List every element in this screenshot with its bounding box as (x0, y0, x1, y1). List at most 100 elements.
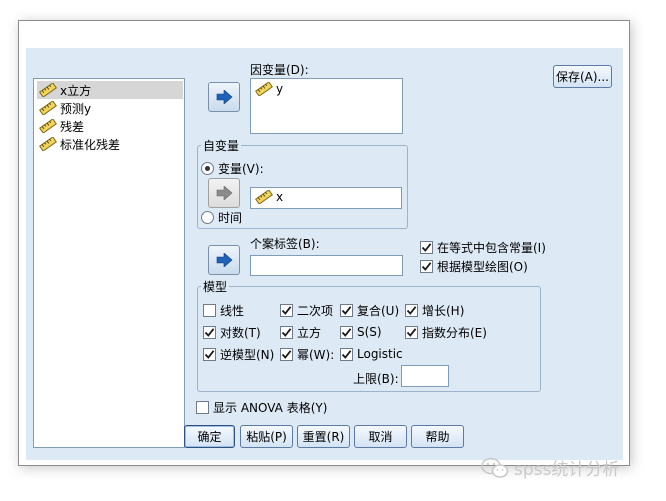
model-label: Logistic (357, 347, 403, 361)
model-checkbox[interactable] (280, 303, 293, 317)
model-checkbox[interactable] (280, 325, 293, 339)
checkmark-icon (281, 349, 292, 359)
source-variable-list[interactable]: x立方 预测y 残差 标准化残差 (33, 78, 185, 448)
model-power[interactable]: 幂(W): (280, 346, 334, 362)
checkmark-icon (421, 242, 432, 252)
variable-label: 标准化残差 (60, 137, 121, 152)
checkmark-icon (281, 327, 292, 337)
case-labels-field[interactable] (250, 255, 403, 276)
dependent-value: y (276, 82, 284, 96)
ruler-icon (39, 101, 57, 115)
time-radio-label: 时间 (218, 210, 243, 225)
model-growth[interactable]: 增长(H) (405, 302, 464, 318)
move-to-independent-button[interactable] (208, 178, 240, 208)
model-label: 逆模型(N) (220, 347, 275, 362)
case-labels-label: 个案标签(B): (250, 237, 320, 251)
model-label: 指数分布(E) (422, 325, 487, 340)
reset-button[interactable]: 重置(R) (297, 425, 350, 448)
time-radio-option[interactable]: 时间 (201, 209, 242, 225)
variable-radio-label: 变量(V): (218, 161, 264, 176)
independent-value: x (276, 190, 284, 204)
cancel-button[interactable]: 取消 (354, 425, 407, 448)
model-compound[interactable]: 复合(U) (340, 302, 399, 318)
model-label: 二次项 (297, 303, 334, 318)
include-constant-checkbox[interactable] (420, 240, 433, 254)
include-constant-option[interactable]: 在等式中包含常量(I) (420, 239, 546, 255)
dependent-label: 因变量(D): (250, 63, 309, 77)
variable-label: 预测y (60, 101, 92, 116)
model-checkbox[interactable] (340, 303, 353, 317)
checkmark-icon (421, 261, 432, 271)
model-label: 立方 (297, 325, 322, 340)
variable-item[interactable]: 残差 (37, 117, 183, 135)
model-checkbox[interactable] (280, 347, 293, 361)
arrow-right-icon (216, 186, 233, 200)
dependent-list[interactable]: y (250, 78, 403, 134)
checkmark-icon (341, 327, 352, 337)
model-checkbox[interactable] (340, 347, 353, 361)
ruler-icon (255, 190, 273, 204)
include-constant-label: 在等式中包含常量(I) (437, 240, 546, 255)
model-exponential[interactable]: 指数分布(E) (405, 324, 487, 340)
model-inverse[interactable]: 逆模型(N) (203, 346, 274, 362)
model-checkbox[interactable] (203, 347, 216, 361)
upper-bound-label: 上限(B): (353, 372, 399, 386)
model-label: 复合(U) (357, 303, 400, 318)
model-checkbox[interactable] (203, 325, 216, 339)
plot-models-label: 根据模型绘图(O) (437, 259, 528, 274)
independent-group-title: 自变量 (201, 137, 242, 154)
model-checkbox[interactable] (203, 303, 216, 317)
anova-label: 显示 ANOVA 表格(Y) (213, 400, 328, 415)
variable-label: x立方 (60, 83, 92, 98)
checkmark-icon (406, 327, 417, 337)
model-cubic[interactable]: 立方 (280, 324, 321, 340)
watermark: spss统计分析 (480, 455, 619, 480)
variable-item[interactable]: 预测y (37, 99, 183, 117)
move-to-dependent-button[interactable] (208, 82, 240, 112)
model-label: 对数(T) (220, 325, 261, 340)
ok-button[interactable]: 确定 (184, 425, 235, 448)
move-to-case-labels-button[interactable] (208, 245, 240, 275)
ruler-icon (39, 137, 57, 151)
anova-option[interactable]: 显示 ANOVA 表格(Y) (196, 399, 327, 415)
model-label: 线性 (220, 303, 245, 318)
upper-bound-field[interactable] (401, 365, 449, 387)
watermark-text: spss统计分析 (514, 460, 620, 480)
checkmark-icon (406, 305, 417, 315)
plot-models-option[interactable]: 根据模型绘图(O) (420, 258, 528, 274)
model-quadratic[interactable]: 二次项 (280, 302, 333, 318)
model-logarithmic[interactable]: 对数(T) (203, 324, 261, 340)
arrow-right-icon (216, 253, 233, 267)
dependent-item[interactable]: y (255, 82, 283, 96)
model-label: 幂(W): (297, 347, 335, 362)
variable-item[interactable]: x立方 (37, 81, 183, 99)
plot-models-checkbox[interactable] (420, 259, 433, 273)
model-label: S(S) (357, 325, 382, 339)
checkmark-icon (281, 305, 292, 315)
model-checkbox[interactable] (405, 303, 418, 317)
variable-radio[interactable] (201, 161, 214, 175)
anova-checkbox[interactable] (196, 400, 209, 414)
ruler-icon (39, 83, 57, 97)
independent-item[interactable]: x (255, 190, 283, 204)
paste-button[interactable]: 粘贴(P) (240, 425, 293, 448)
model-checkbox[interactable] (340, 325, 353, 339)
save-button[interactable]: 保存(A)... (553, 65, 612, 88)
checkmark-icon (341, 305, 352, 315)
model-logistic[interactable]: Logistic (340, 346, 403, 362)
arrow-right-icon (216, 90, 233, 104)
help-button[interactable]: 帮助 (411, 425, 464, 448)
checkmark-icon (341, 349, 352, 359)
variable-radio-option[interactable]: 变量(V): (201, 160, 264, 176)
ruler-icon (39, 119, 57, 133)
variable-item[interactable]: 标准化残差 (37, 135, 183, 153)
model-linear[interactable]: 线性 (203, 302, 244, 318)
variable-label: 残差 (60, 119, 85, 134)
checkmark-icon (204, 327, 215, 337)
model-label: 增长(H) (422, 303, 465, 318)
model-checkbox[interactable] (405, 325, 418, 339)
time-radio[interactable] (201, 210, 214, 224)
model-s[interactable]: S(S) (340, 324, 382, 340)
checkmark-icon (204, 349, 215, 359)
independent-list[interactable]: x (250, 187, 402, 209)
